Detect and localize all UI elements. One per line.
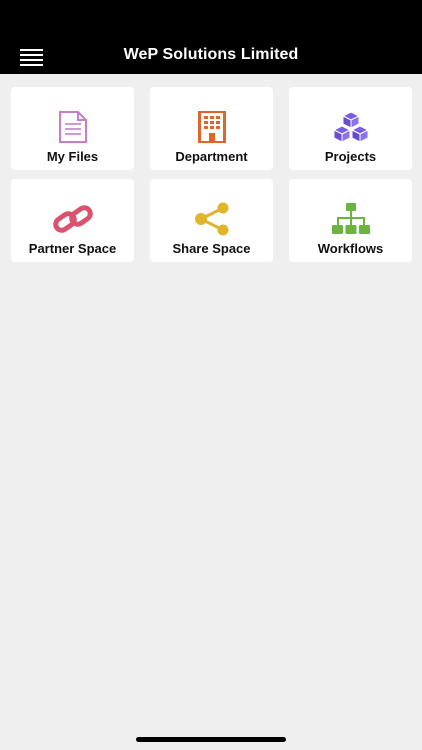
home-indicator[interactable] — [136, 737, 286, 742]
building-icon — [150, 109, 273, 145]
link-icon — [11, 201, 134, 237]
tile-label: Projects — [324, 149, 377, 164]
document-icon — [11, 109, 134, 145]
tile-my-files[interactable]: My Files — [11, 87, 134, 170]
sitemap-icon — [289, 201, 412, 237]
tile-projects[interactable]: Projects — [289, 87, 412, 170]
app-title: WeP Solutions Limited — [123, 46, 299, 63]
tile-label: Department — [175, 149, 248, 164]
cubes-icon — [289, 109, 412, 145]
tile-share-space[interactable]: Share Space — [150, 179, 273, 262]
tile-label: Workflows — [317, 241, 384, 256]
tile-label: My Files — [46, 149, 99, 164]
tile-partner-space[interactable]: Partner Space — [11, 179, 134, 262]
tile-workflows[interactable]: Workflows — [289, 179, 412, 262]
tile-department[interactable]: Department — [150, 87, 273, 170]
tile-label: Partner Space — [28, 241, 117, 256]
tile-label: Share Space — [172, 241, 251, 256]
share-icon — [150, 201, 273, 237]
app-header: WeP Solutions Limited — [0, 0, 422, 74]
